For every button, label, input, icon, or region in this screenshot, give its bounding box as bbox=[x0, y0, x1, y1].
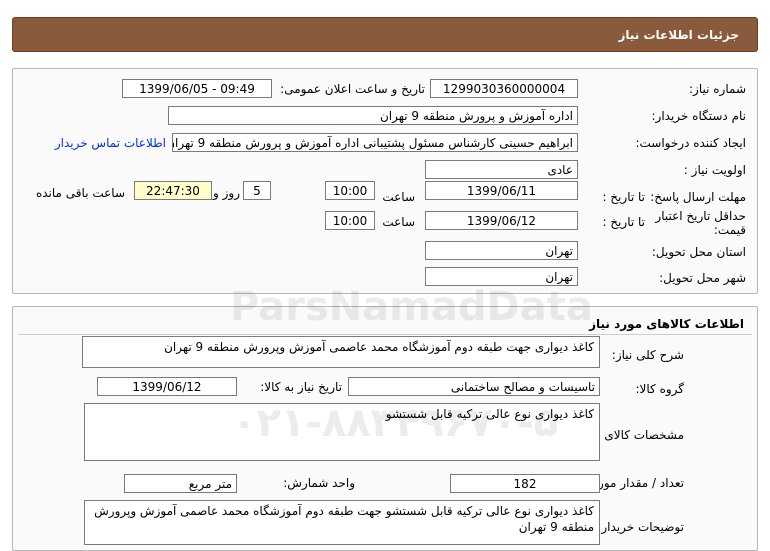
remaining-time-field: 22:47:30 bbox=[134, 181, 212, 200]
send-time-label: ساعت bbox=[382, 190, 415, 204]
validity-time-label: ساعت bbox=[382, 215, 415, 229]
priority-field: عادی bbox=[425, 160, 578, 179]
unit-field: متر مربع bbox=[124, 474, 237, 493]
buyer-org-field: اداره آموزش و پرورش منطقه 9 تهران bbox=[168, 106, 578, 125]
requester-field: ابراهیم حسینی کارشناس مسئول پشتیبانی ادا… bbox=[172, 133, 578, 152]
validity-date-field: 1399/06/12 bbox=[425, 211, 578, 230]
announce-label: تاریخ و ساعت اعلان عمومی: bbox=[280, 82, 425, 96]
buyer-org-label: نام دستگاه خریدار: bbox=[651, 109, 747, 123]
buyer-notes-field: کاغذ دیواری نوع عالی ترکیه قابل شستشو جه… bbox=[84, 500, 600, 545]
days-label: روز و bbox=[213, 186, 240, 200]
requester-label: ایجاد کننده درخواست: bbox=[635, 136, 746, 150]
send-time-field: 10:00 bbox=[325, 181, 375, 200]
need-date-label: تاریخ نیاز به کالا: bbox=[260, 380, 342, 394]
page-title: جزئیات اطلاعات نیاز bbox=[618, 28, 739, 42]
buyer-contact-link[interactable]: اطلاعات تماس خریدار bbox=[55, 136, 166, 150]
remaining-days-field: 5 bbox=[243, 181, 271, 200]
need-number-field: 1299030360000004 bbox=[430, 79, 578, 98]
summary-label: شرح کلی نیاز: bbox=[611, 348, 684, 362]
remaining-label: ساعت باقی مانده bbox=[35, 186, 125, 200]
priority-label: اولویت نیاز : bbox=[683, 163, 746, 177]
watermark-brand: ParsNamadData bbox=[230, 284, 593, 330]
unit-label: واحد شمارش: bbox=[283, 476, 355, 490]
watermark-phone: ۰۲۱-۸۸۳۴۹۶۷۰-۵ bbox=[232, 400, 559, 446]
send-to-date-label: تا تاریخ : bbox=[602, 190, 645, 204]
goods-section-title: اطلاعات کالاهای مورد نیاز bbox=[589, 317, 744, 331]
summary-field: کاغذ دیواری جهت طبقه دوم آموزشگاه محمد ع… bbox=[82, 336, 600, 368]
send-deadline-label: مهلت ارسال پاسخ: bbox=[650, 190, 746, 204]
need-date-field: 1399/06/12 bbox=[97, 377, 237, 396]
announce-field: 1399/06/05 - 09:49 bbox=[122, 79, 272, 98]
need-info-panel bbox=[12, 68, 758, 294]
group-field: تاسیسات و مصالح ساختمانی bbox=[348, 377, 600, 396]
validity-time-field: 10:00 bbox=[325, 211, 375, 230]
goods-section-divider bbox=[18, 334, 752, 335]
send-date-field: 1399/06/11 bbox=[425, 181, 578, 200]
need-number-label: شماره نیاز: bbox=[689, 82, 746, 96]
province-label: استان محل تحویل: bbox=[651, 245, 746, 259]
buyer-notes-label: توضیحات خریدار: bbox=[597, 520, 684, 534]
group-label: گروه کالا: bbox=[635, 382, 685, 396]
page-header: جزئیات اطلاعات نیاز bbox=[12, 17, 758, 52]
province-field: تهران bbox=[425, 241, 578, 260]
city-label: شهر محل تحویل: bbox=[659, 271, 746, 285]
qty-field: 182 bbox=[450, 474, 600, 493]
validity-to-date-label: تا تاریخ : bbox=[602, 215, 645, 229]
